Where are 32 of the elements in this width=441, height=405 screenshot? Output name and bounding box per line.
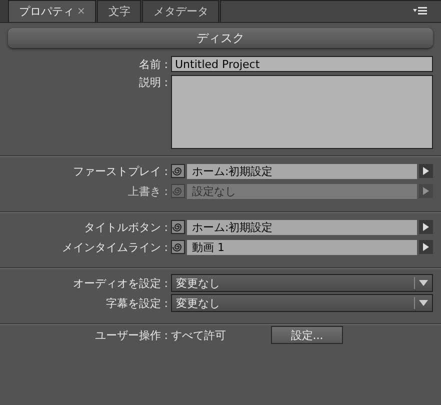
panel-tab[interactable]: プロパティ × xyxy=(8,0,96,22)
pickwhip-icon[interactable] xyxy=(171,240,185,254)
link-field[interactable]: ホーム:初期設定 xyxy=(187,220,417,234)
field-label: メインタイムライン : xyxy=(60,240,169,254)
caret-icon[interactable] xyxy=(419,280,428,286)
play-icon[interactable] xyxy=(419,164,433,178)
pickwhip-icon[interactable] xyxy=(171,220,185,234)
panel-tab[interactable]: 文字 xyxy=(97,0,142,22)
play-icon[interactable] xyxy=(419,240,433,254)
dropdown[interactable]: 変更なし xyxy=(171,294,433,312)
section-header: ディスク xyxy=(8,28,433,48)
field-label: 上書き : xyxy=(126,184,169,198)
field-label: ユーザー操作 : xyxy=(94,328,169,342)
name-field[interactable]: Untitled Project xyxy=(171,56,433,72)
description-field[interactable] xyxy=(171,75,433,149)
panel-tab[interactable]: メタデータ xyxy=(142,0,220,22)
field-label: 字幕を設定 : xyxy=(104,296,169,310)
field-label: オーディオを設定 : xyxy=(72,276,169,290)
link-field[interactable]: ホーム:初期設定 xyxy=(187,164,417,178)
settings-button[interactable]: 設定... xyxy=(271,326,343,344)
caret-icon[interactable] xyxy=(419,300,428,306)
dropdown[interactable]: 変更なし xyxy=(171,274,433,292)
link-field[interactable]: 動画 1 xyxy=(187,240,417,254)
panel-menu-icon[interactable] xyxy=(413,7,427,16)
field-value: すべて許可 xyxy=(171,328,227,342)
play-icon[interactable] xyxy=(419,220,433,234)
field-label: タイトルボタン : xyxy=(82,220,169,234)
pickwhip-icon[interactable] xyxy=(171,164,185,178)
field-label: ファーストプレイ : xyxy=(72,164,169,178)
close-icon[interactable]: × xyxy=(77,6,86,17)
field-label: 説明 : xyxy=(138,75,169,90)
field-label: 名前 : xyxy=(138,56,169,72)
